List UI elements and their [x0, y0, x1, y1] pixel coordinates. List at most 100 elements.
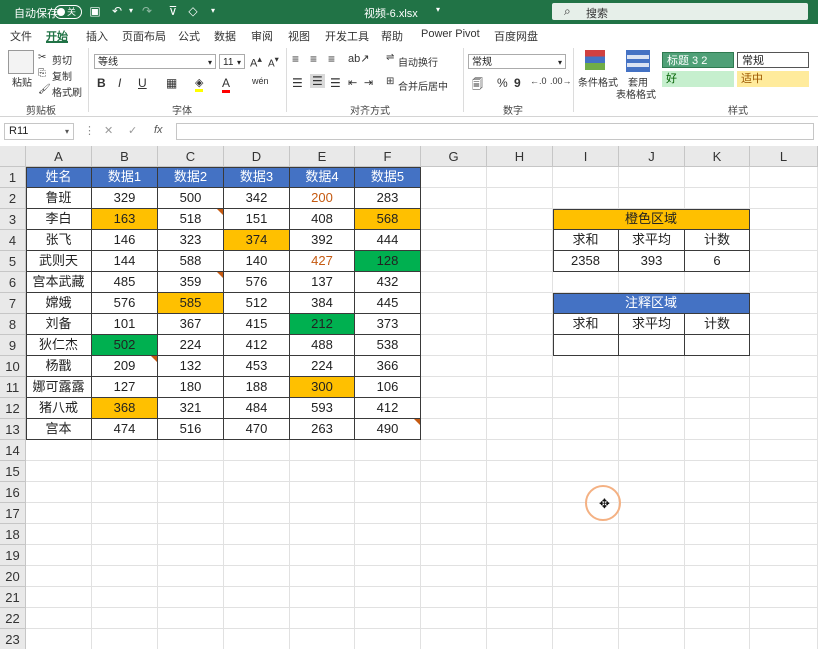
- grid-cell[interactable]: [750, 482, 818, 503]
- fill-color-icon[interactable]: ◈: [195, 76, 204, 92]
- grid-cell[interactable]: [685, 608, 750, 629]
- grid-cell[interactable]: [750, 209, 818, 230]
- grid-cell[interactable]: [750, 398, 818, 419]
- table-format-icon[interactable]: [626, 50, 650, 72]
- name-cell[interactable]: 宫本武藏: [26, 272, 92, 293]
- decrease-font-icon[interactable]: A▾: [268, 54, 279, 69]
- row-header-15[interactable]: 15: [0, 461, 26, 482]
- grid-cell[interactable]: [619, 377, 685, 398]
- number-format-select[interactable]: 常规 ▾: [468, 54, 566, 69]
- name-cell[interactable]: 娜可露露: [26, 377, 92, 398]
- value-cell[interactable]: 368: [92, 398, 158, 419]
- value-cell[interactable]: 323: [158, 230, 224, 251]
- row-header-7[interactable]: 7: [0, 293, 26, 314]
- row-header-3[interactable]: 3: [0, 209, 26, 230]
- comment-indicator-icon[interactable]: [414, 419, 420, 425]
- column-header-g[interactable]: G: [421, 146, 487, 167]
- grid-cell[interactable]: [290, 524, 355, 545]
- cancel-icon[interactable]: ✕: [104, 124, 113, 137]
- row-header-10[interactable]: 10: [0, 356, 26, 377]
- table-header-cell[interactable]: 数据1: [92, 167, 158, 188]
- row-header-9[interactable]: 9: [0, 335, 26, 356]
- value-cell[interactable]: 593: [290, 398, 355, 419]
- tab-help[interactable]: 帮助: [381, 28, 403, 44]
- grid-cell[interactable]: [487, 356, 553, 377]
- grid-cell[interactable]: [487, 314, 553, 335]
- comment-indicator-icon[interactable]: [217, 209, 223, 215]
- grid-cell[interactable]: [421, 608, 487, 629]
- grid-cell[interactable]: [224, 608, 290, 629]
- grid-cell[interactable]: [750, 251, 818, 272]
- row-header-17[interactable]: 17: [0, 503, 26, 524]
- grid-cell[interactable]: [619, 524, 685, 545]
- grid-cell[interactable]: [224, 587, 290, 608]
- align-center-icon[interactable]: ☰: [310, 74, 325, 88]
- grid-cell[interactable]: [553, 167, 619, 188]
- row-header-12[interactable]: 12: [0, 398, 26, 419]
- column-header-b[interactable]: B: [92, 146, 158, 167]
- value-cell[interactable]: 444: [355, 230, 421, 251]
- grid-cell[interactable]: [92, 608, 158, 629]
- grid-cell[interactable]: [487, 377, 553, 398]
- grid-cell[interactable]: [487, 440, 553, 461]
- grid-cell[interactable]: [487, 503, 553, 524]
- tab-power-pivot[interactable]: Power Pivot: [421, 28, 480, 40]
- row-header-16[interactable]: 16: [0, 482, 26, 503]
- value-cell[interactable]: 516: [158, 419, 224, 440]
- select-all-corner[interactable]: [0, 146, 26, 167]
- value-cell[interactable]: 470: [224, 419, 290, 440]
- align-right-icon[interactable]: ☰: [330, 76, 341, 90]
- filter-icon[interactable]: ⊽: [166, 4, 180, 18]
- value-cell[interactable]: 408: [290, 209, 355, 230]
- tab-file[interactable]: 文件: [10, 28, 32, 44]
- grid-cell[interactable]: [421, 629, 487, 649]
- align-middle-icon[interactable]: ≡: [310, 52, 317, 66]
- grid-cell[interactable]: [750, 377, 818, 398]
- enter-icon[interactable]: ✓: [128, 124, 137, 137]
- phonetic-icon[interactable]: wén: [252, 76, 269, 86]
- grid-cell[interactable]: [685, 167, 750, 188]
- grid-cell[interactable]: [26, 440, 92, 461]
- grid-cell[interactable]: [487, 251, 553, 272]
- value-cell[interactable]: 484: [224, 398, 290, 419]
- grid-cell[interactable]: [290, 629, 355, 649]
- grid-cell[interactable]: [553, 461, 619, 482]
- underline-icon[interactable]: U: [138, 76, 147, 90]
- grid-cell[interactable]: [619, 167, 685, 188]
- value-cell[interactable]: 485: [92, 272, 158, 293]
- redo-icon[interactable]: ↷: [140, 4, 154, 18]
- grid-cell[interactable]: [487, 461, 553, 482]
- comment-summary-header[interactable]: 求平均: [619, 314, 685, 335]
- grid-cell[interactable]: [355, 629, 421, 649]
- value-cell[interactable]: 321: [158, 398, 224, 419]
- grid-cell[interactable]: [685, 398, 750, 419]
- value-cell[interactable]: 180: [158, 377, 224, 398]
- grid-cell[interactable]: [553, 419, 619, 440]
- grid-cell[interactable]: [619, 482, 685, 503]
- filename-dropdown-icon[interactable]: ▾: [436, 5, 440, 14]
- merge-center-button[interactable]: 合并后居中: [398, 78, 448, 93]
- grid-cell[interactable]: [92, 503, 158, 524]
- grid-cell[interactable]: [750, 524, 818, 545]
- grid-cell[interactable]: [421, 419, 487, 440]
- grid-cell[interactable]: [355, 440, 421, 461]
- grid-cell[interactable]: [487, 188, 553, 209]
- grid-cell[interactable]: [750, 419, 818, 440]
- tab-formulas[interactable]: 公式: [178, 28, 200, 44]
- grid-cell[interactable]: [619, 398, 685, 419]
- grid-cell[interactable]: [290, 587, 355, 608]
- grid-cell[interactable]: [421, 335, 487, 356]
- value-cell[interactable]: 101: [92, 314, 158, 335]
- value-cell[interactable]: 512: [224, 293, 290, 314]
- orange-summary-value[interactable]: 393: [619, 251, 685, 272]
- grid-cell[interactable]: [26, 482, 92, 503]
- value-cell[interactable]: 432: [355, 272, 421, 293]
- row-header-1[interactable]: 1: [0, 167, 26, 188]
- value-cell[interactable]: 568: [355, 209, 421, 230]
- column-header-i[interactable]: I: [553, 146, 619, 167]
- grid-cell[interactable]: [26, 608, 92, 629]
- name-cell[interactable]: 宫本: [26, 419, 92, 440]
- value-cell[interactable]: 474: [92, 419, 158, 440]
- grid-cell[interactable]: [224, 629, 290, 649]
- value-cell[interactable]: 200: [290, 188, 355, 209]
